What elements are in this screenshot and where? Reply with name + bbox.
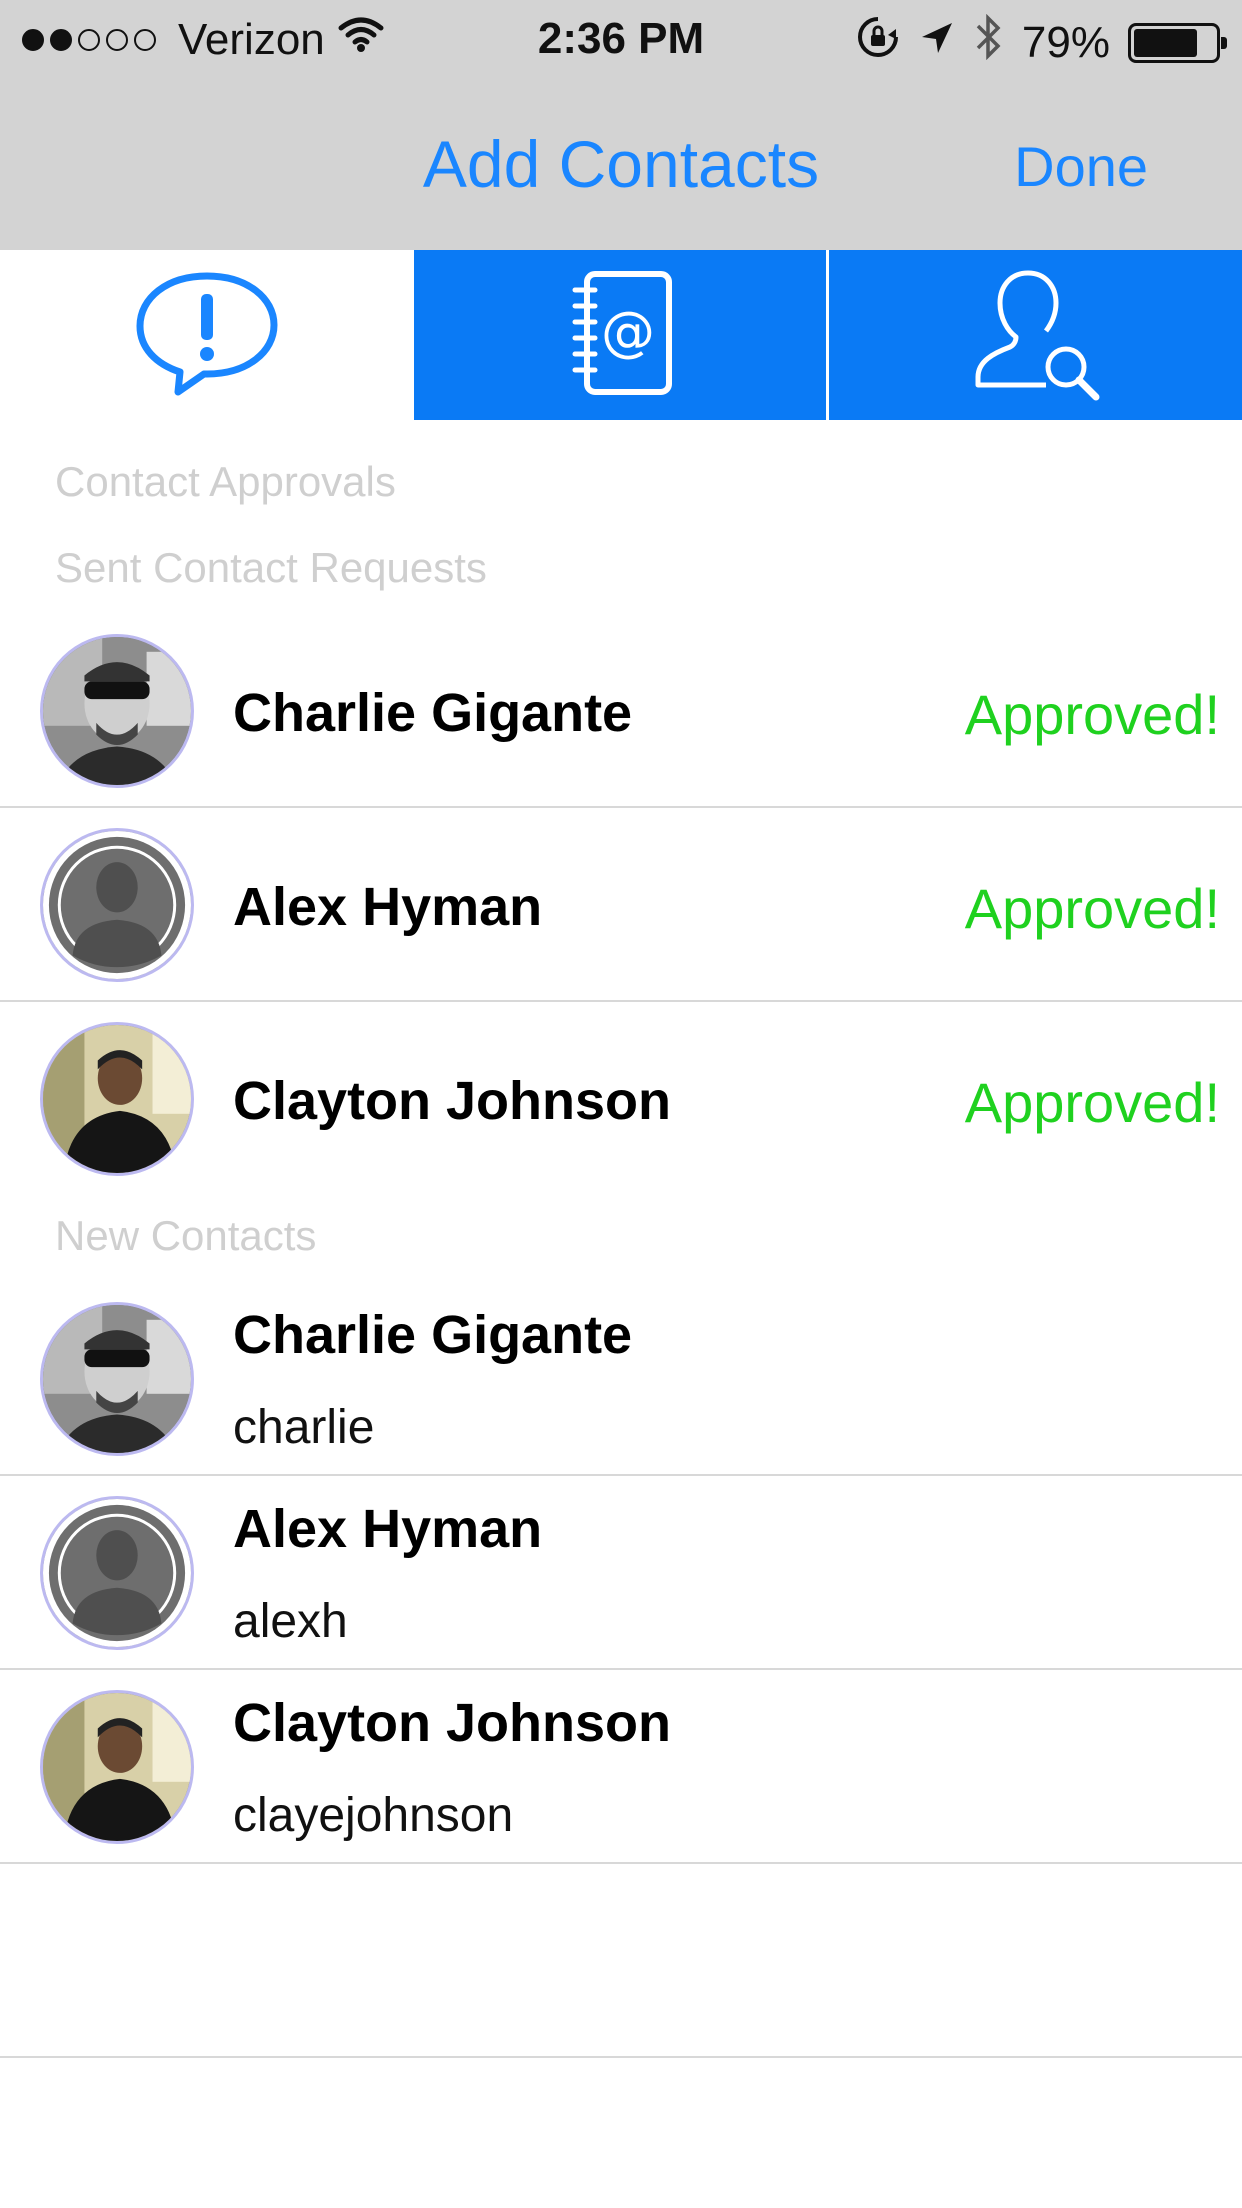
status-bar: Verizon 2:36 PM 79% xyxy=(0,0,1242,82)
new-contact-row[interactable]: Charlie Gigante charlie xyxy=(0,1282,1242,1476)
battery-percent: 79% xyxy=(1021,17,1110,67)
battery-fill xyxy=(1134,28,1197,57)
contact-name: Clayton Johnson xyxy=(233,1071,672,1131)
svg-text:@: @ xyxy=(601,300,655,363)
approval-status: Approved! xyxy=(964,1071,1220,1134)
approval-status: Approved! xyxy=(964,877,1220,940)
avatar xyxy=(40,1496,194,1650)
tab-notifications[interactable] xyxy=(0,250,414,420)
battery-icon xyxy=(1128,22,1227,63)
contact-name: Charlie Gigante xyxy=(233,1305,633,1365)
contact-username: charlie xyxy=(233,1401,375,1454)
nav-bar: Add Contacts Done xyxy=(0,82,1242,250)
section-header-sent-requests: Sent Contact Requests xyxy=(55,544,487,591)
done-button[interactable]: Done xyxy=(1014,134,1148,199)
contact-username: alexh xyxy=(233,1595,348,1648)
tab-search-user[interactable] xyxy=(829,250,1242,420)
contact-name: Alex Hyman xyxy=(233,877,543,937)
avatar xyxy=(40,1022,194,1176)
contact-name: Alex Hyman xyxy=(233,1499,543,1559)
user-search-icon xyxy=(966,263,1106,408)
section-header-contact-approvals: Contact Approvals xyxy=(55,458,396,505)
segmented-tabs: @ xyxy=(0,250,1242,420)
contact-name: Charlie Gigante xyxy=(233,683,633,743)
divider xyxy=(0,2056,1242,2058)
approval-status: Approved! xyxy=(964,683,1220,746)
tab-address-book[interactable]: @ xyxy=(414,250,826,420)
sent-request-row[interactable]: Charlie Gigante Approved! xyxy=(0,614,1242,808)
new-contact-row[interactable]: Alex Hyman alexh xyxy=(0,1476,1242,1670)
avatar xyxy=(40,828,194,982)
sent-request-row[interactable]: Clayton Johnson Approved! xyxy=(0,1002,1242,1196)
orientation-lock-icon xyxy=(856,15,900,70)
sent-request-row[interactable]: Alex Hyman Approved! xyxy=(0,808,1242,1002)
avatar xyxy=(40,634,194,788)
location-arrow-icon xyxy=(918,18,956,68)
avatar xyxy=(40,1690,194,1844)
bluetooth-icon xyxy=(974,13,1004,71)
address-book-icon: @ xyxy=(565,268,675,403)
section-header-new-contacts: New Contacts xyxy=(55,1212,317,1259)
avatar xyxy=(40,1302,194,1456)
new-contact-row[interactable]: Clayton Johnson clayejohnson xyxy=(0,1670,1242,1864)
contact-name: Clayton Johnson xyxy=(233,1693,672,1753)
contact-username: clayejohnson xyxy=(233,1789,514,1842)
status-right: 79% xyxy=(856,13,1227,71)
alert-bubble-icon xyxy=(132,268,282,403)
